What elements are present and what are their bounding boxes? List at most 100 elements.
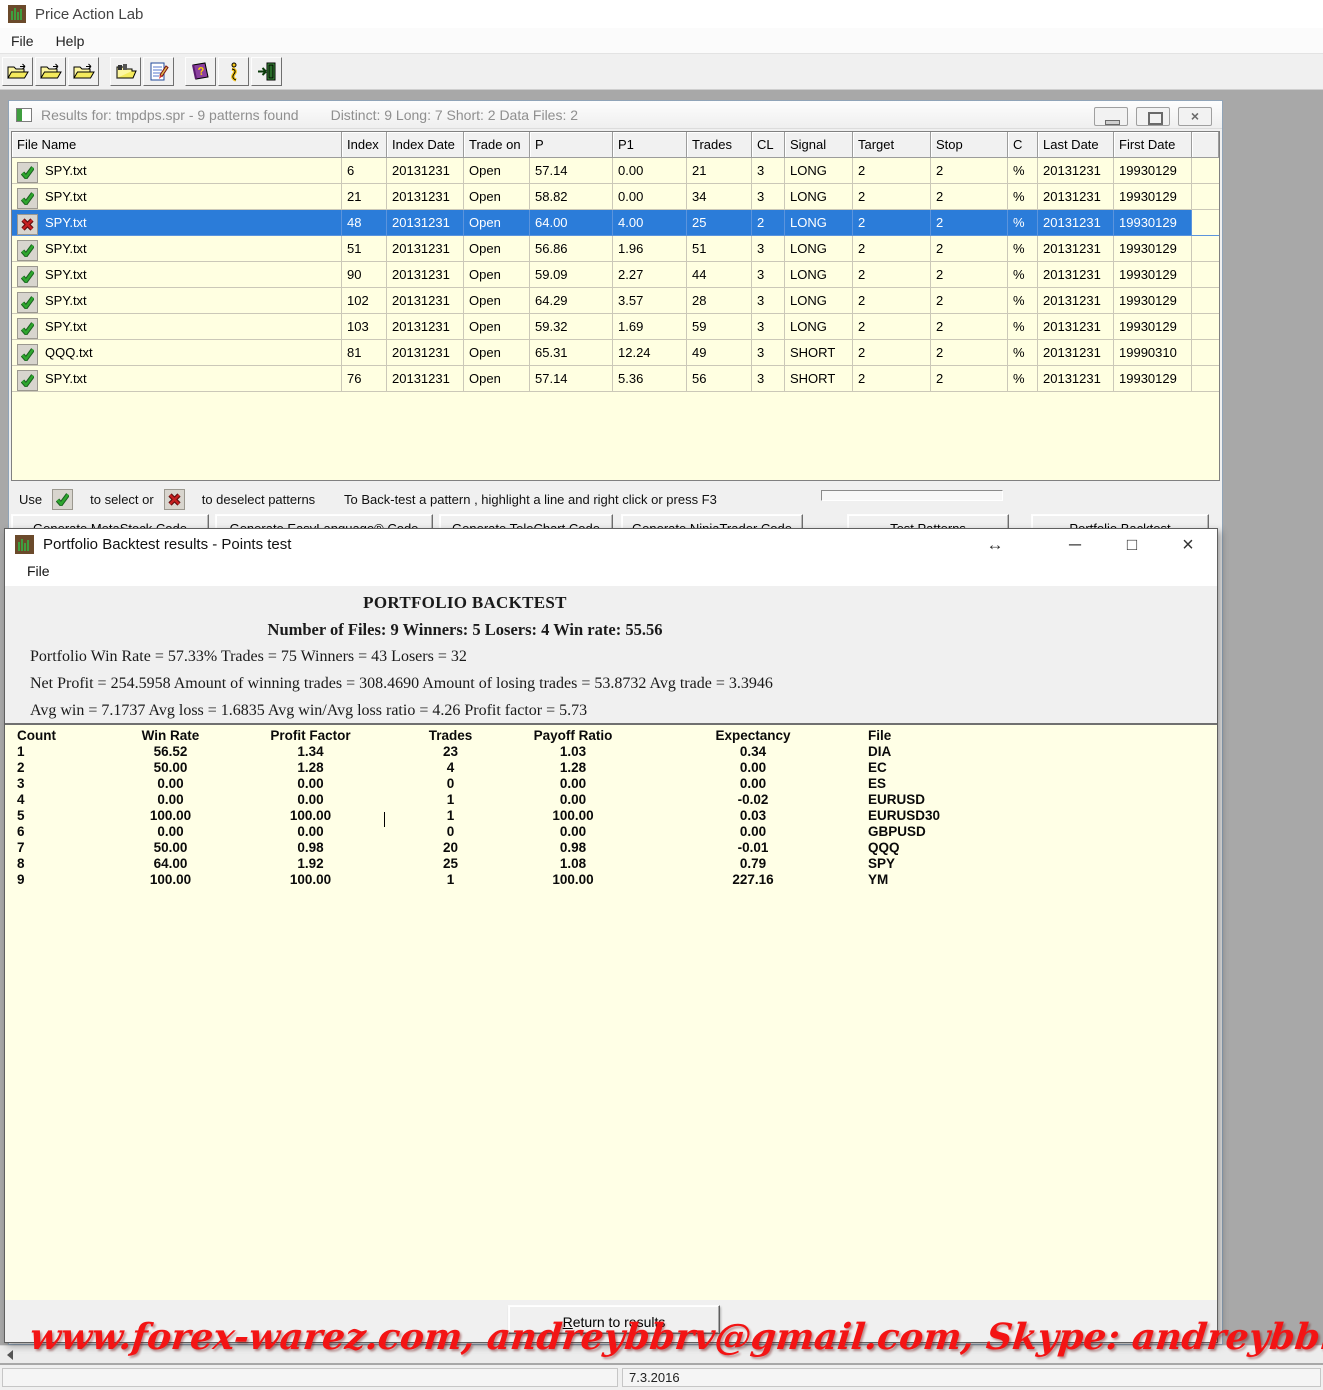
select-check-icon <box>52 489 73 510</box>
close-button[interactable]: × <box>1173 531 1203 559</box>
table-row[interactable]: SPY.txt7620131231Open57.145.36563SHORT22… <box>12 366 1219 392</box>
cell: 19930129 <box>1114 236 1192 262</box>
patterns-table: File NameIndexIndex DateTrade onPP1Trade… <box>11 131 1220 481</box>
bt-table-row: 40.000.0010.00-0.02EURUSD <box>13 792 1217 808</box>
column-header-first-date[interactable]: First Date <box>1114 132 1192 158</box>
backtest-summary: PORTFOLIO BACKTEST Number of Files: 9 Wi… <box>5 586 1217 723</box>
select-check-icon[interactable] <box>17 162 38 183</box>
bt-cell: 1.92 <box>228 856 393 872</box>
bt-cell: 2 <box>13 760 113 776</box>
cell: 2 <box>853 366 931 392</box>
maximize-button[interactable] <box>1136 107 1170 126</box>
scroll-left-arrow-icon[interactable] <box>1 1347 18 1362</box>
select-check-icon[interactable] <box>17 318 38 339</box>
bt-cell: 25 <box>393 856 508 872</box>
bt-cell: 0 <box>393 776 508 792</box>
column-header-p[interactable]: P <box>530 132 613 158</box>
bt-table-row: 60.000.0000.000.00GBPUSD <box>13 824 1217 840</box>
file-name-cell: SPY.txt <box>12 366 342 392</box>
file-name-cell: SPY.txt <box>12 236 342 262</box>
menu-file[interactable]: File <box>0 30 45 52</box>
table-row[interactable]: SPY.txt2120131231Open58.820.00343LONG22%… <box>12 184 1219 210</box>
open-file-button[interactable] <box>2 57 33 86</box>
app-logo-icon <box>15 535 34 554</box>
column-header-signal[interactable]: Signal <box>785 132 853 158</box>
select-check-icon[interactable] <box>17 292 38 313</box>
info-button[interactable] <box>218 57 249 86</box>
menu-file[interactable]: File <box>27 563 50 579</box>
bt-cell: 50.00 <box>113 760 228 776</box>
select-check-icon[interactable] <box>17 344 38 365</box>
resize-icon[interactable]: ↔ <box>980 531 1010 559</box>
cell: 44 <box>687 262 752 288</box>
table-row[interactable]: SPY.txt10220131231Open64.293.57283LONG22… <box>12 288 1219 314</box>
column-header-p1[interactable]: P1 <box>613 132 687 158</box>
column-header-cl[interactable]: CL <box>752 132 785 158</box>
bt-cell: 1.03 <box>508 744 638 760</box>
select-check-icon[interactable] <box>17 240 38 261</box>
deselect-x-icon[interactable] <box>17 214 38 235</box>
backtest-menubar: File <box>5 559 1217 586</box>
cell: 19930129 <box>1114 184 1192 210</box>
exit-button[interactable] <box>251 57 282 86</box>
select-check-icon[interactable] <box>17 370 38 391</box>
scan-button[interactable] <box>110 57 141 86</box>
bt-cell: 20 <box>393 840 508 856</box>
cell: 20131231 <box>1038 262 1114 288</box>
exit-door-icon <box>257 62 277 81</box>
minimize-button[interactable]: ─ <box>1060 531 1090 559</box>
cell: % <box>1008 184 1038 210</box>
bt-cell: GBPUSD <box>868 824 1217 840</box>
minimize-button[interactable] <box>1094 107 1128 126</box>
select-check-icon[interactable] <box>17 188 38 209</box>
table-row[interactable]: SPY.txt9020131231Open59.092.27443LONG22%… <box>12 262 1219 288</box>
edit-code-button[interactable] <box>143 57 174 86</box>
open-file-button[interactable] <box>35 57 66 86</box>
column-header-trade-on[interactable]: Trade on <box>464 132 530 158</box>
cell: 90 <box>342 262 387 288</box>
help-button[interactable]: ? <box>185 57 216 86</box>
column-header-trades[interactable]: Trades <box>687 132 752 158</box>
open-file-button[interactable] <box>68 57 99 86</box>
bt-cell: 100.00 <box>508 808 638 824</box>
file-name-cell: SPY.txt <box>12 158 342 184</box>
column-header-target[interactable]: Target <box>853 132 931 158</box>
cell: LONG <box>785 314 853 340</box>
column-header-file-name[interactable]: File Name <box>12 132 342 158</box>
table-row[interactable]: QQQ.txt8120131231Open65.3112.24493SHORT2… <box>12 340 1219 366</box>
cell: % <box>1008 340 1038 366</box>
table-row[interactable]: SPY.txt4820131231Open64.004.00252LONG22%… <box>12 210 1219 236</box>
app-toolbar: ? <box>0 54 1323 90</box>
bt-cell: 0.00 <box>508 776 638 792</box>
column-header-c[interactable]: C <box>1008 132 1038 158</box>
status-bar: 7.3.2016 <box>0 1365 1323 1390</box>
bt-cell: 7 <box>13 840 113 856</box>
cell: 3 <box>752 158 785 184</box>
backtest-hint: To Back-test a pattern , highlight a lin… <box>344 492 717 507</box>
cell: 19930129 <box>1114 314 1192 340</box>
cell: 19990310 <box>1114 340 1192 366</box>
column-header-index-date[interactable]: Index Date <box>387 132 464 158</box>
bt-table-row: 30.000.0000.000.00ES <box>13 776 1217 792</box>
column-header-index[interactable]: Index <box>342 132 387 158</box>
results-window-titlebar[interactable]: Results for: tmpdps.spr - 9 patterns fou… <box>9 101 1222 129</box>
file-name-cell: SPY.txt <box>12 288 342 314</box>
backtest-table-body: 156.521.34231.030.34DIA250.001.2841.280.… <box>13 744 1217 888</box>
backtest-window-titlebar[interactable]: Portfolio Backtest results - Points test… <box>5 529 1217 559</box>
menu-help[interactable]: Help <box>45 30 96 52</box>
results-window-stats: Distinct: 9 Long: 7 Short: 2 Data Files:… <box>331 107 578 123</box>
cell: 2 <box>931 184 1008 210</box>
table-row[interactable]: SPY.txt620131231Open57.140.00213LONG22%2… <box>12 158 1219 184</box>
table-row[interactable]: SPY.txt10320131231Open59.321.69593LONG22… <box>12 314 1219 340</box>
table-row[interactable]: SPY.txt5120131231Open56.861.96513LONG22%… <box>12 236 1219 262</box>
select-check-icon[interactable] <box>17 266 38 287</box>
cell: 81 <box>342 340 387 366</box>
cell: % <box>1008 236 1038 262</box>
cell: 56 <box>687 366 752 392</box>
cell: 20131231 <box>387 366 464 392</box>
close-button[interactable]: × <box>1178 107 1212 126</box>
bt-table-row: 250.001.2841.280.00EC <box>13 760 1217 776</box>
maximize-button[interactable]: □ <box>1117 531 1147 559</box>
column-header-last-date[interactable]: Last Date <box>1038 132 1114 158</box>
column-header-stop[interactable]: Stop <box>931 132 1008 158</box>
